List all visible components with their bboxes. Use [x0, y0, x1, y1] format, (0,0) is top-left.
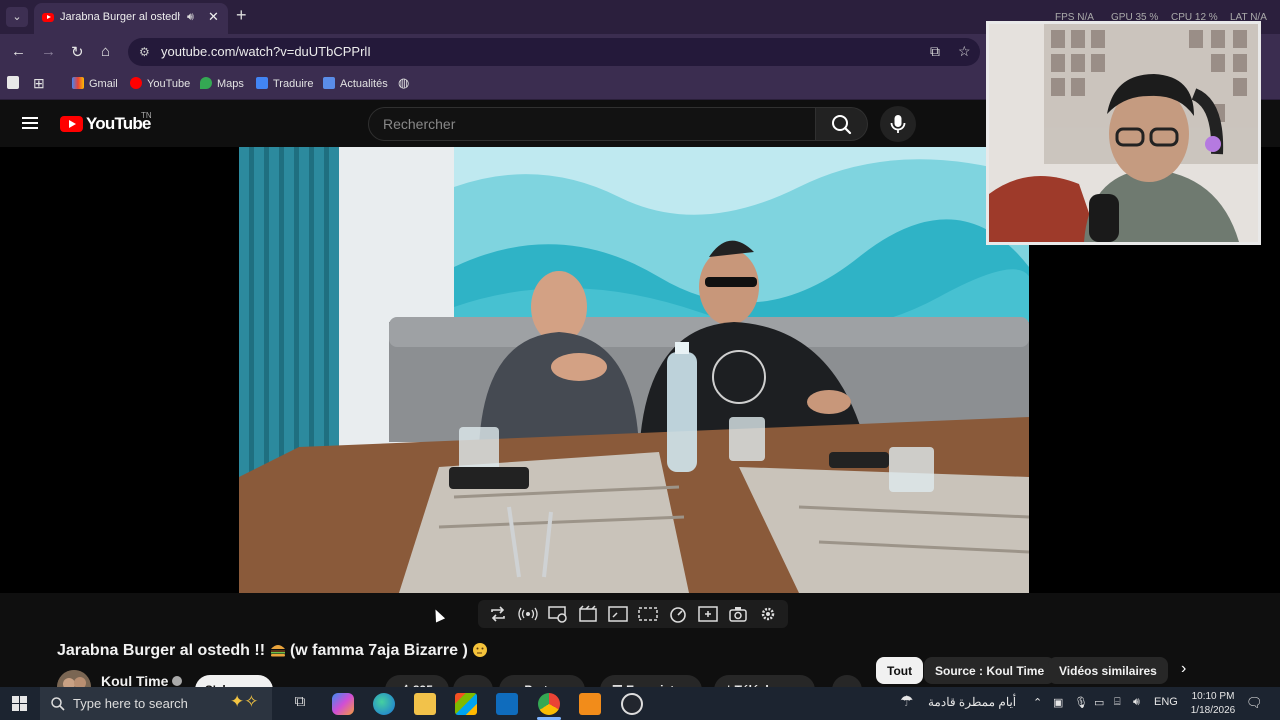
bookmark-star-icon[interactable]: ☆ [958, 43, 971, 60]
file-explorer-icon[interactable] [414, 693, 436, 715]
microphone-icon[interactable]: 🎙︎ [1074, 696, 1088, 709]
voice-search-button[interactable] [880, 106, 916, 142]
notifications-icon[interactable]: 🗨︎ [1246, 695, 1263, 711]
copilot-icon[interactable] [332, 693, 354, 715]
globe-icon[interactable]: ◍ [398, 75, 409, 91]
tab-close-icon[interactable]: ✕ [208, 9, 219, 25]
back-arrow-icon[interactable]: ← [11, 43, 26, 60]
weather-cloud-icon[interactable]: ☂ [900, 692, 913, 710]
tab-search-chevron-icon[interactable]: ⌄ [6, 7, 28, 27]
address-bar[interactable]: ⚙ youtube.com/watch?v=duUTbCPPrlI ⧉ ☆ [128, 38, 980, 66]
youtube-logo-icon[interactable] [60, 116, 83, 132]
sublime-app-icon[interactable] [579, 693, 601, 715]
language-indicator[interactable]: ENG [1154, 696, 1178, 708]
bookmark-maps[interactable]: Maps [200, 77, 244, 90]
search-input[interactable] [383, 116, 783, 132]
chip-source[interactable]: Source : Koul Time [924, 657, 1056, 684]
search-box [368, 107, 816, 141]
youtube-favicon-icon [42, 13, 54, 22]
loop-icon[interactable] [488, 605, 508, 623]
bookmark-actualites[interactable]: Actualités [323, 77, 388, 90]
speaker-icon[interactable]: 🔊︎ [187, 11, 194, 24]
pip-window-icon[interactable] [638, 605, 658, 623]
watch-mode-icon[interactable] [548, 605, 568, 623]
tray-chevron-up-icon[interactable]: ⌃ [1033, 696, 1042, 709]
burger-emoji-icon [270, 645, 285, 657]
browser-tab-active[interactable]: Jarabna Burger al ostedh !! 🔊︎ ✕ [34, 3, 228, 34]
search-icon [51, 697, 65, 711]
taskbar-search-placeholder: Type here to search [73, 696, 188, 711]
task-view-icon[interactable]: ⧉ [289, 693, 311, 715]
volume-icon[interactable]: 🔊︎ [1133, 696, 1140, 709]
audio-broadcast-icon[interactable] [518, 605, 538, 623]
mouse-cursor [430, 607, 446, 623]
battery-icon[interactable]: ▭ [1094, 696, 1104, 709]
apps-grid-icon[interactable]: ⊞ [33, 75, 45, 92]
microsoft-store-icon[interactable] [455, 693, 477, 715]
chevron-right-icon[interactable]: › [1181, 660, 1186, 678]
network-icon[interactable]: ⌸ [1114, 696, 1121, 709]
forward-arrow-icon[interactable]: → [41, 43, 56, 60]
url-text: youtube.com/watch?v=duUTbCPPrlI [161, 44, 371, 59]
thinking-emoji-icon [473, 643, 488, 657]
bookmark-blank-icon[interactable] [7, 76, 24, 90]
webcam-overlay [986, 21, 1261, 245]
menu-hamburger-icon[interactable] [22, 117, 38, 129]
screen-size-icon[interactable] [608, 605, 628, 623]
clock[interactable]: 10:10 PM 1/18/2026 [1180, 690, 1246, 718]
video-scene-image [239, 147, 1029, 593]
windows-taskbar: Type here to search ✦✧ ⧉ ☂ أيام ممطرة قا… [0, 687, 1280, 720]
search-button[interactable] [816, 107, 868, 141]
obs-studio-icon[interactable] [621, 693, 643, 715]
clock-date: 1/18/2026 [1190, 705, 1236, 716]
playback-speed-icon[interactable] [668, 605, 688, 623]
chip-tout[interactable]: Tout [876, 657, 924, 684]
video-frame[interactable] [239, 147, 1029, 593]
tray-app-icon[interactable]: ▣ [1053, 696, 1063, 709]
chrome-icon[interactable] [538, 693, 560, 715]
microphone-icon [890, 115, 906, 133]
outlook-icon[interactable] [496, 693, 518, 715]
video-title: Jarabna Burger al ostedh !! (w famma 7aj… [57, 642, 488, 660]
webcam-image [989, 24, 1258, 242]
weather-text[interactable]: أيام ممطرة قادمة [928, 695, 1016, 709]
chip-similar-videos[interactable]: Vidéos similaires [1048, 657, 1168, 684]
tab-title: Jarabna Burger al ostedh !! [60, 11, 180, 23]
cinema-mode-icon[interactable] [578, 605, 598, 623]
search-icon [832, 115, 852, 135]
screenshot-camera-icon[interactable] [728, 605, 748, 623]
reload-icon[interactable]: ↻ [71, 43, 84, 61]
bookmark-traduire[interactable]: Traduire [256, 77, 314, 90]
new-tab-button[interactable]: + [236, 5, 247, 26]
home-icon[interactable]: ⌂ [101, 43, 110, 60]
extension-controls-bar [478, 600, 788, 628]
install-app-icon[interactable]: ⧉ [930, 43, 940, 60]
country-code: TN [141, 111, 152, 120]
windows-start-icon[interactable] [12, 696, 28, 712]
bookmark-youtube[interactable]: YouTube [130, 77, 190, 90]
sparkle-icon: ✦✧ [230, 692, 259, 711]
edge-browser-icon[interactable] [373, 693, 395, 715]
add-sparkle-icon[interactable] [698, 605, 718, 623]
clock-time: 10:10 PM [1191, 691, 1235, 702]
verified-badge-icon [172, 676, 183, 686]
settings-gear-icon[interactable] [758, 605, 778, 623]
site-info-icon[interactable]: ⚙ [139, 45, 150, 59]
bookmark-gmail[interactable]: Gmail [72, 77, 118, 90]
taskbar-search[interactable]: Type here to search ✦✧ [40, 687, 272, 720]
